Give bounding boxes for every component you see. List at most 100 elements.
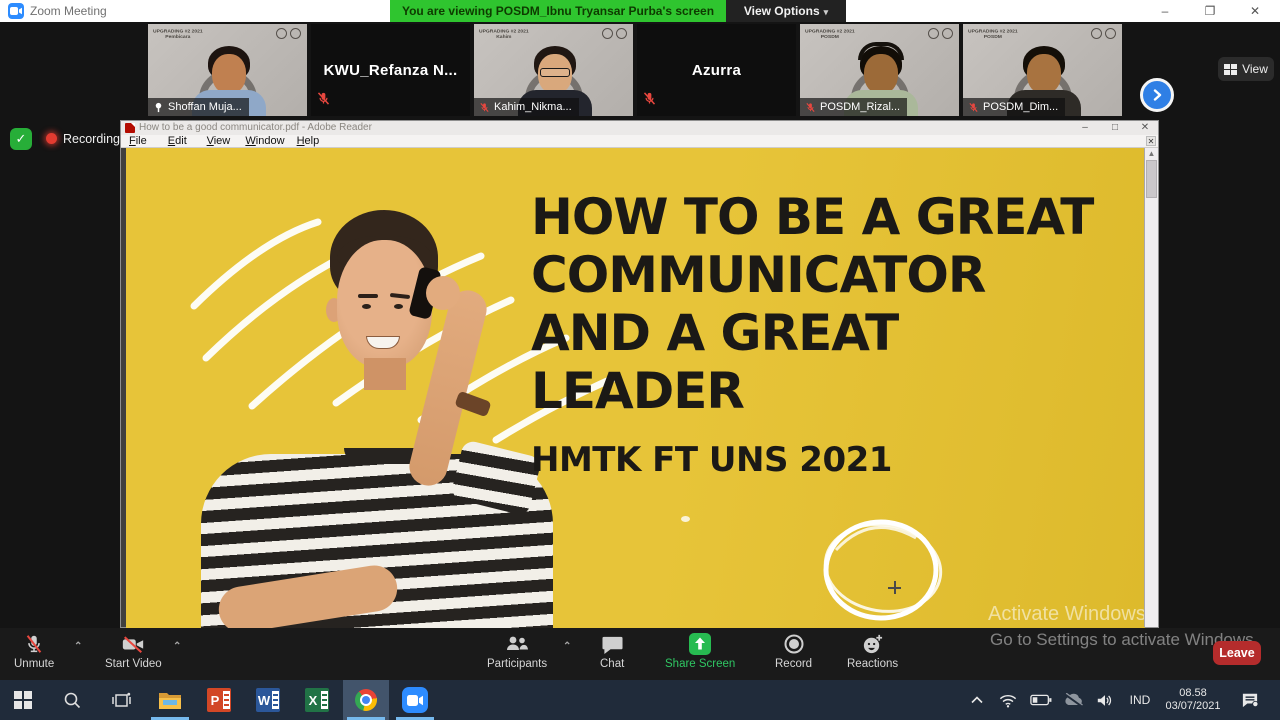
participant-name: POSDM_Rizal... bbox=[800, 98, 908, 116]
chat-bubble-icon bbox=[602, 632, 623, 656]
zoom-logo-icon bbox=[8, 3, 24, 19]
restore-button[interactable]: ❐ bbox=[1202, 3, 1218, 19]
slide-title-line: AND A GREAT bbox=[531, 304, 899, 362]
chevron-down-icon: ▾ bbox=[823, 7, 829, 17]
taskbar-item-file-explorer[interactable] bbox=[147, 680, 193, 720]
taskbar-item-word[interactable]: W bbox=[245, 680, 291, 720]
taskbar-item-excel[interactable]: X bbox=[294, 680, 340, 720]
wifi-icon[interactable] bbox=[994, 680, 1022, 720]
mic-muted-icon bbox=[317, 92, 330, 105]
participant-tile[interactable]: UPGRADING #2 2021 Pembicara Shoffan Muja.… bbox=[148, 24, 307, 116]
backdrop-logos bbox=[276, 28, 301, 39]
unmute-options-caret[interactable]: ⌃ bbox=[74, 641, 82, 652]
pin-icon bbox=[155, 102, 162, 112]
onedrive-cloud-icon[interactable] bbox=[1058, 680, 1088, 720]
tray-expand-caret[interactable] bbox=[963, 680, 991, 720]
pdf-file-icon bbox=[125, 123, 135, 133]
clock-time: 08.58 bbox=[1179, 687, 1207, 699]
battery-icon[interactable] bbox=[1026, 680, 1056, 720]
taskbar-item-start[interactable] bbox=[0, 680, 46, 720]
participant-strip: View UPGRADING #2 2021 Pembicara Shoffan … bbox=[0, 24, 1280, 117]
menu-help[interactable]: Help bbox=[297, 135, 320, 148]
view-options-button[interactable]: View Options ▾ bbox=[726, 0, 846, 22]
participant-name: Shoffan Muja... bbox=[148, 98, 249, 116]
start-video-button[interactable]: Start Video bbox=[105, 632, 162, 670]
reader-window-title: How to be a good communicator.pdf - Adob… bbox=[139, 122, 372, 133]
slide-title-line: HOW TO BE A GREAT bbox=[531, 188, 1094, 246]
reader-toolbar-close-icon[interactable]: ✕ bbox=[1146, 136, 1156, 146]
taskbar-item-zoom[interactable] bbox=[392, 680, 438, 720]
action-center-icon[interactable] bbox=[1232, 680, 1268, 720]
chat-button[interactable]: Chat bbox=[600, 632, 624, 670]
participant-name: KWU_Refanza N... bbox=[323, 61, 458, 79]
share-screen-icon bbox=[688, 632, 712, 656]
participant-tile[interactable]: KWU_Refanza N... bbox=[311, 24, 470, 116]
mic-muted-icon bbox=[643, 92, 656, 105]
recording-dot-icon bbox=[46, 133, 57, 144]
share-screen-button[interactable]: Share Screen bbox=[665, 632, 735, 670]
person-headphones bbox=[858, 42, 904, 60]
mic-muted-icon bbox=[969, 102, 978, 112]
close-button[interactable]: ✕ bbox=[1247, 3, 1263, 19]
security-shield-icon[interactable]: ✓ bbox=[10, 128, 32, 150]
mic-muted-icon bbox=[480, 102, 489, 112]
language-indicator[interactable]: IND bbox=[1124, 680, 1156, 720]
pdf-slide-page: HOW TO BE A GREAT COMMUNICATOR AND A GREAT… bbox=[126, 148, 1145, 629]
window-title: Zoom Meeting bbox=[30, 4, 107, 18]
person-face bbox=[1027, 54, 1061, 94]
taskbar-item-powerpoint[interactable]: P bbox=[196, 680, 242, 720]
taskbar-item-task-view[interactable] bbox=[98, 680, 144, 720]
unmute-button[interactable]: Unmute bbox=[14, 632, 54, 670]
participants-icon bbox=[504, 632, 530, 656]
slide-title-line: LEADER bbox=[531, 362, 745, 420]
taskbar-item-search[interactable] bbox=[49, 680, 95, 720]
viewing-screen-banner: You are viewing POSDM_Ibnu Tryansar Purb… bbox=[390, 0, 726, 22]
video-options-caret[interactable]: ⌃ bbox=[173, 641, 181, 652]
file-explorer-icon bbox=[159, 693, 181, 709]
reactions-button[interactable]: Reactions bbox=[847, 632, 898, 670]
participants-button[interactable]: Participants bbox=[487, 632, 547, 670]
backdrop-logos bbox=[928, 28, 953, 39]
backdrop-text: UPGRADING #2 2021 POSDM bbox=[968, 28, 1018, 40]
backdrop-logos bbox=[1091, 28, 1116, 39]
reader-content: HOW TO BE A GREAT COMMUNICATOR AND A GREAT… bbox=[121, 148, 1158, 629]
minimize-button[interactable]: – bbox=[1157, 3, 1173, 19]
menu-window[interactable]: Window bbox=[245, 135, 284, 148]
next-participants-button[interactable] bbox=[1140, 78, 1174, 112]
zoom-toolbar: Unmute ⌃ Start Video ⌃ Participants 84 ⌃… bbox=[0, 628, 1280, 680]
backdrop-logos bbox=[602, 28, 627, 39]
menu-view[interactable]: View bbox=[207, 135, 231, 148]
zoom-meeting-screen: Zoom Meeting You are viewing POSDM_Ibnu … bbox=[0, 0, 1280, 720]
reader-close-button[interactable]: ✕ bbox=[1138, 122, 1152, 133]
participant-tile[interactable]: UPGRADING #2 2021 POSDM POSDM_Rizal... bbox=[800, 24, 959, 116]
scrollbar-thumb[interactable] bbox=[1146, 160, 1157, 198]
excel-icon: X bbox=[305, 688, 329, 712]
reader-maximize-button[interactable]: □ bbox=[1108, 122, 1122, 133]
clock[interactable]: 08.58 03/07/2021 bbox=[1158, 680, 1228, 720]
volume-icon[interactable] bbox=[1090, 680, 1120, 720]
reader-minimize-button[interactable]: – bbox=[1078, 122, 1092, 133]
scroll-up-icon[interactable]: ▲ bbox=[1145, 149, 1158, 158]
windows-taskbar: IND 08.58 03/07/2021 P W X bbox=[0, 680, 1280, 720]
participant-tile[interactable]: UPGRADING #2 2021 Kahim Kahim_Nikma... bbox=[474, 24, 633, 116]
menu-file[interactable]: File bbox=[129, 135, 147, 148]
backdrop-text: UPGRADING #2 2021 Pembicara bbox=[153, 28, 203, 40]
reader-scrollbar[interactable]: ▲ bbox=[1144, 148, 1158, 627]
reader-menubar: File Edit View Window Help bbox=[121, 135, 1158, 148]
participant-tile[interactable]: Azurra bbox=[637, 24, 796, 116]
participant-tile[interactable]: UPGRADING #2 2021 POSDM POSDM_Dim... bbox=[963, 24, 1122, 116]
leave-button[interactable]: Leave bbox=[1213, 641, 1261, 665]
backdrop-text: UPGRADING #2 2021 POSDM bbox=[805, 28, 855, 40]
mouse-cursor bbox=[894, 581, 896, 594]
participants-caret[interactable]: ⌃ bbox=[563, 641, 571, 652]
taskbar-item-chrome[interactable] bbox=[343, 680, 389, 720]
participant-name: POSDM_Dim... bbox=[963, 98, 1066, 116]
activate-windows-watermark: Activate Windows bbox=[988, 603, 1145, 625]
menu-edit[interactable]: Edit bbox=[168, 135, 187, 148]
participant-name: Azurra bbox=[691, 61, 742, 79]
zoom-app-icon bbox=[402, 687, 428, 713]
record-button[interactable]: Record bbox=[775, 632, 812, 670]
view-layout-button[interactable]: View bbox=[1218, 57, 1274, 81]
reactions-smiley-icon bbox=[861, 632, 884, 656]
mic-muted-icon bbox=[23, 632, 45, 656]
